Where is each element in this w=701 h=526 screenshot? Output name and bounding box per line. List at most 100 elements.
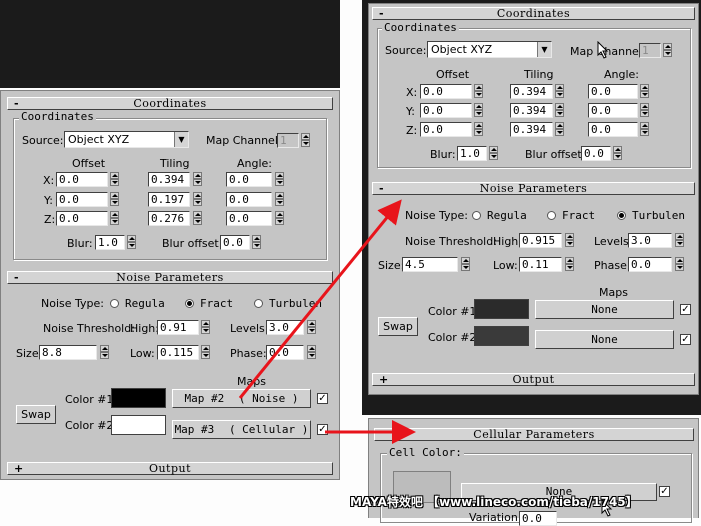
angle-z-spinner[interactable] xyxy=(640,122,649,137)
right-blur-offset-input[interactable]: 0.0 xyxy=(581,146,611,161)
blur-offset-spinner[interactable] xyxy=(252,235,261,250)
regular-radio[interactable] xyxy=(110,299,119,308)
right-color1-swatch[interactable] xyxy=(474,299,529,319)
left-noise-parameters-rollout[interactable]: - Noise Parameters xyxy=(7,271,333,284)
right-high-input[interactable]: 0.915 xyxy=(519,233,562,248)
right-map-channel-input[interactable]: 1 xyxy=(639,43,661,58)
map-channel-spinner[interactable] xyxy=(301,133,310,148)
right-phase-input[interactable]: 0.0 xyxy=(628,257,672,272)
fractal-radio[interactable] xyxy=(185,299,194,308)
offset-z-spinner[interactable] xyxy=(474,122,483,137)
fractal-radio[interactable] xyxy=(547,211,556,220)
left-size-input[interactable]: 8.8 xyxy=(39,345,97,360)
left-phase-input[interactable]: 0.0 xyxy=(266,345,304,360)
right-low-input[interactable]: 0.11 xyxy=(519,257,562,272)
left-angle-z-input[interactable]: 0.0 xyxy=(226,211,272,226)
offset-z-spinner[interactable] xyxy=(110,211,119,226)
left-material-panel: - Coordinates Coordinates Source: Object… xyxy=(0,90,340,480)
right-angle-y-input[interactable]: 0.0 xyxy=(588,103,638,118)
map-channel-spinner[interactable] xyxy=(663,43,672,58)
right-tiling-y-input[interactable]: 0.394 xyxy=(510,103,553,118)
offset-x-spinner[interactable] xyxy=(110,172,119,187)
left-tiling-y-input[interactable]: 0.197 xyxy=(148,192,190,207)
right-map1-checkbox[interactable]: ✓ xyxy=(680,304,691,315)
cellular-parameters-rollout[interactable]: Cellular Parameters xyxy=(374,428,694,441)
blur-spinner[interactable] xyxy=(489,146,498,161)
levels-spinner[interactable] xyxy=(675,233,684,248)
low-spinner[interactable] xyxy=(565,257,574,272)
right-swap-button[interactable]: Swap xyxy=(378,317,418,336)
angle-y-spinner[interactable] xyxy=(275,192,284,207)
right-size-input[interactable]: 4.5 xyxy=(402,257,458,272)
tiling-x-spinner[interactable] xyxy=(555,84,564,99)
tiling-y-spinner[interactable] xyxy=(193,192,202,207)
right-output-rollout[interactable]: + Output xyxy=(372,373,695,386)
left-color1-swatch[interactable] xyxy=(111,388,166,408)
left-tiling-z-input[interactable]: 0.276 xyxy=(148,211,190,226)
right-offset-y-input[interactable]: 0.0 xyxy=(420,103,472,118)
cell-color-map-checkbox[interactable]: ✓ xyxy=(659,486,670,497)
right-map2-checkbox[interactable]: ✓ xyxy=(680,334,691,345)
size-spinner[interactable] xyxy=(100,345,109,360)
left-blur-offset-input[interactable]: 0.0 xyxy=(220,235,250,250)
tiling-y-spinner[interactable] xyxy=(555,103,564,118)
blur-offset-spinner[interactable] xyxy=(613,146,622,161)
phase-spinner[interactable] xyxy=(307,345,316,360)
right-offset-z-input[interactable]: 0.0 xyxy=(420,122,472,137)
left-offset-x-input[interactable]: 0.0 xyxy=(56,172,108,187)
right-blur-input[interactable]: 1.0 xyxy=(457,146,487,161)
tiling-z-spinner[interactable] xyxy=(555,122,564,137)
right-tiling-z-input[interactable]: 0.394 xyxy=(510,122,553,137)
turbulence-radio[interactable] xyxy=(617,211,626,220)
left-map1-checkbox[interactable]: ✓ xyxy=(317,393,328,404)
right-offset-x-input[interactable]: 0.0 xyxy=(420,84,472,99)
left-tiling-x-input[interactable]: 0.394 xyxy=(148,172,190,187)
right-levels-input[interactable]: 3.0 xyxy=(628,233,672,248)
angle-y-spinner[interactable] xyxy=(640,103,649,118)
right-angle-x-input[interactable]: 0.0 xyxy=(588,84,638,99)
right-color2-swatch[interactable] xyxy=(474,326,529,346)
left-angle-x-input[interactable]: 0.0 xyxy=(226,172,272,187)
variation-input[interactable]: 0.0 xyxy=(519,511,557,526)
left-map2-checkbox[interactable]: ✓ xyxy=(317,424,328,435)
left-high-input[interactable]: 0.91 xyxy=(157,320,199,335)
right-coordinates-rollout[interactable]: - Coordinates xyxy=(372,7,695,20)
blur-spinner[interactable] xyxy=(127,235,136,250)
left-offset-y-input[interactable]: 0.0 xyxy=(56,192,108,207)
size-spinner[interactable] xyxy=(461,257,470,272)
phase-spinner[interactable] xyxy=(675,257,684,272)
tiling-x-spinner[interactable] xyxy=(193,172,202,187)
left-color2-swatch[interactable] xyxy=(111,415,166,435)
right-tiling-x-input[interactable]: 0.394 xyxy=(510,84,553,99)
left-source-dropdown[interactable]: Object XYZ ▼ xyxy=(64,131,189,148)
left-map1-button[interactable]: Map #2 ( Noise ) xyxy=(172,389,311,408)
turbulence-radio[interactable] xyxy=(254,299,263,308)
left-coordinates-rollout[interactable]: - Coordinates xyxy=(7,97,333,110)
tiling-z-spinner[interactable] xyxy=(193,211,202,226)
left-offset-z-input[interactable]: 0.0 xyxy=(56,211,108,226)
left-output-rollout[interactable]: + Output xyxy=(7,462,333,475)
offset-y-spinner[interactable] xyxy=(474,103,483,118)
right-angle-z-input[interactable]: 0.0 xyxy=(588,122,638,137)
angle-z-spinner[interactable] xyxy=(275,211,284,226)
high-spinner[interactable] xyxy=(565,233,574,248)
left-map-channel-input[interactable]: 1 xyxy=(277,133,299,148)
left-swap-button[interactable]: Swap xyxy=(16,405,56,424)
left-levels-input[interactable]: 3.0 xyxy=(266,320,304,335)
offset-y-spinner[interactable] xyxy=(110,192,119,207)
low-spinner[interactable] xyxy=(201,345,210,360)
right-noise-parameters-rollout[interactable]: - Noise Parameters xyxy=(372,182,695,195)
left-angle-y-input[interactable]: 0.0 xyxy=(226,192,272,207)
offset-x-spinner[interactable] xyxy=(474,84,483,99)
high-spinner[interactable] xyxy=(201,320,210,335)
right-map2-button[interactable]: None xyxy=(535,330,674,349)
left-map2-button[interactable]: Map #3 ( Cellular ) xyxy=(172,420,311,439)
left-blur-input[interactable]: 1.0 xyxy=(95,235,125,250)
levels-spinner[interactable] xyxy=(307,320,316,335)
right-source-dropdown[interactable]: Object XYZ ▼ xyxy=(427,41,552,58)
regular-radio[interactable] xyxy=(472,211,481,220)
left-low-input[interactable]: 0.115 xyxy=(157,345,199,360)
angle-x-spinner[interactable] xyxy=(275,172,284,187)
angle-x-spinner[interactable] xyxy=(640,84,649,99)
right-map1-button[interactable]: None xyxy=(535,300,674,319)
